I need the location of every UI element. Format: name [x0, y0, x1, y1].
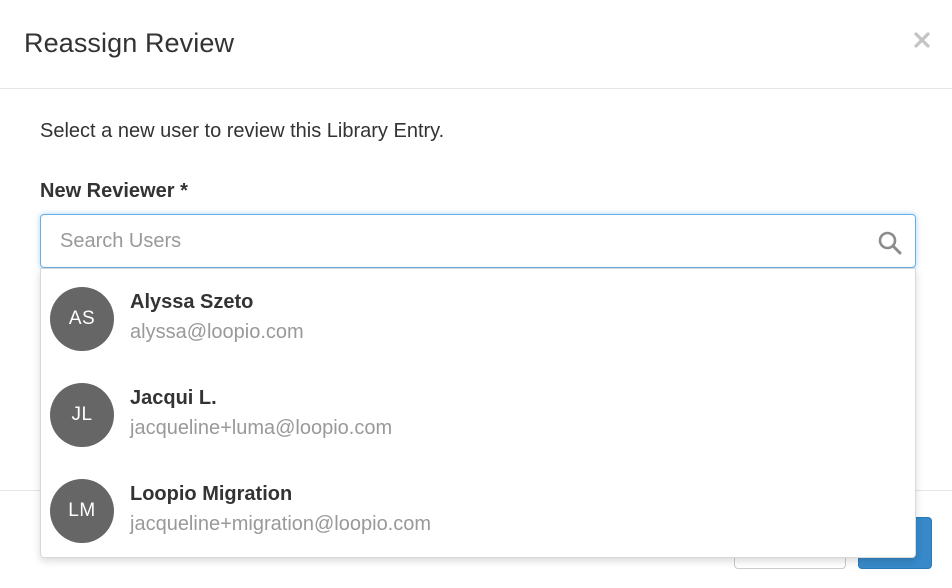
modal-header: Reassign Review	[0, 0, 952, 89]
user-email: jacqueline+luma@loopio.com	[130, 417, 393, 439]
close-button[interactable]	[906, 24, 938, 56]
avatar: JL	[50, 383, 114, 447]
search-field[interactable]	[40, 214, 916, 268]
user-option-jacqui-l[interactable]: JL Jacqui L. jacqueline+luma@loopio.com	[41, 365, 915, 461]
user-name: Jacqui L.	[130, 387, 217, 409]
close-icon	[914, 32, 930, 48]
user-email: jacqueline+migration@loopio.com	[130, 513, 432, 535]
user-option-alyssa-szeto[interactable]: AS Alyssa Szeto alyssa@loopio.com	[41, 269, 915, 365]
search-icon[interactable]	[877, 230, 903, 256]
user-option-loopio-migration[interactable]: LM Loopio Migration jacqueline+migration…	[41, 461, 915, 557]
user-search-results: AS Alyssa Szeto alyssa@loopio.com JL Jac…	[40, 268, 916, 558]
new-reviewer-label: New Reviewer *	[40, 180, 188, 202]
intro-text: Select a new user to review this Library…	[40, 120, 445, 142]
avatar: LM	[50, 479, 114, 543]
reassign-review-modal: Reassign Review Select a new user to rev…	[0, 0, 952, 588]
user-name: Loopio Migration	[130, 483, 293, 505]
user-email: alyssa@loopio.com	[130, 321, 304, 343]
avatar: AS	[50, 287, 114, 351]
search-users-input[interactable]	[41, 215, 861, 267]
modal-title: Reassign Review	[24, 28, 235, 58]
user-name: Alyssa Szeto	[130, 291, 254, 313]
